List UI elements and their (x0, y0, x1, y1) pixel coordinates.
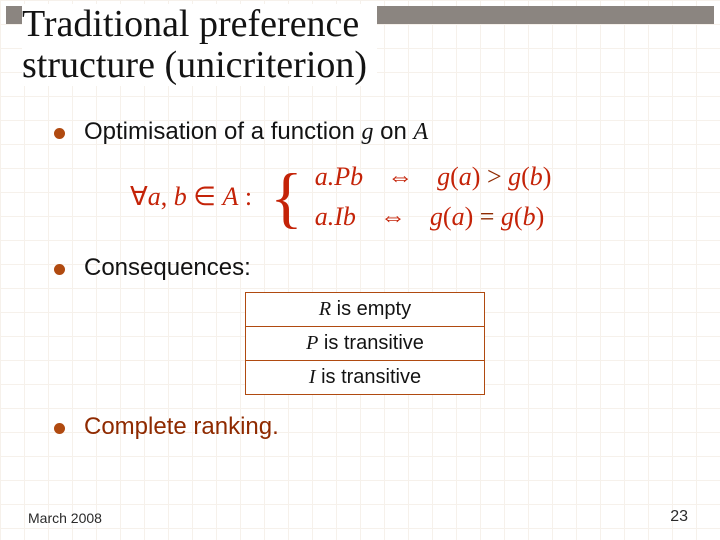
case-I-lhs: a.Ib (315, 202, 356, 232)
table-row: P is transitive (246, 327, 485, 361)
c1a: a (315, 162, 328, 191)
forall-symbol: ∀ (130, 182, 148, 211)
c2b: b (343, 202, 356, 231)
gt: > (480, 162, 508, 191)
math-comma: , (161, 182, 174, 211)
math-cases: a.Pb ⇔ g(a) > g(b) a.Ib ⇔ g(a) = g(b) (315, 162, 552, 232)
iff-2: ⇔ (380, 202, 406, 232)
math-quantifier: ∀a, b ∈ A : (130, 182, 252, 212)
case-P: a.Pb ⇔ g(a) > g(b) (315, 162, 552, 192)
row2-txt: is transitive (318, 332, 424, 354)
left-brace: { (270, 177, 303, 218)
row3-sym: I (309, 366, 316, 388)
c2op: .I (328, 202, 343, 231)
bullet-consequences: Consequences: (50, 254, 680, 282)
math-definition: ∀a, b ∈ A : { a.Pb ⇔ g(a) > g(b) a.Ib ⇔ … (130, 162, 680, 232)
case-I: a.Ib ⇔ g(a) = g(b) (315, 202, 552, 232)
rb2: b (523, 202, 536, 231)
g1: g (437, 162, 450, 191)
rp4: ) (536, 202, 545, 231)
rp3: ) (465, 202, 474, 231)
math-colon: : (238, 182, 252, 211)
row1-txt: is empty (331, 298, 411, 320)
eq: = (473, 202, 501, 231)
title-line-2: structure (unicriterion) (22, 45, 367, 86)
rp2: ) (543, 162, 552, 191)
bullet-optimisation: Optimisation of a function g on A (50, 118, 680, 146)
slide-title: Traditional preference structure (unicri… (22, 4, 377, 86)
math-in: ∈ (187, 182, 223, 211)
case-I-rhs: g(a) = g(b) (430, 202, 544, 232)
row3-txt: is transitive (316, 366, 422, 388)
case-P-rhs: g(a) > g(b) (437, 162, 551, 192)
g1b: g (430, 202, 443, 231)
c2a: a (315, 202, 328, 231)
slide-body: Optimisation of a function g on A ∀a, b … (50, 118, 680, 451)
bullet-complete-ranking: Complete ranking. (50, 413, 680, 441)
row1-sym: R (319, 298, 331, 320)
lp1: ( (450, 162, 459, 191)
c1b: b (350, 162, 363, 191)
math-set-A: A (222, 182, 238, 211)
consequences-table: R is empty P is transitive I is transiti… (245, 292, 485, 395)
lp3: ( (443, 202, 452, 231)
row2-sym: P (306, 332, 318, 354)
math-b: b (174, 182, 187, 211)
ra2: a (452, 202, 465, 231)
rb: b (530, 162, 543, 191)
math-a: a (148, 182, 161, 211)
ra: a (459, 162, 472, 191)
title-line-1: Traditional preference (22, 4, 367, 45)
g2: g (508, 162, 521, 191)
bullet1-A: A (414, 119, 429, 145)
bullet1-g: g (361, 119, 373, 145)
c1op: .P (328, 162, 350, 191)
iff-1: ⇔ (387, 162, 413, 192)
footer-date: March 2008 (28, 510, 102, 526)
lp4: ( (514, 202, 523, 231)
footer-page-number: 23 (670, 508, 688, 526)
g2b: g (501, 202, 514, 231)
bullet1-pre: Optimisation of a function (84, 118, 361, 145)
table-row: R is empty (246, 293, 485, 327)
bullet1-mid: on (373, 118, 413, 145)
table-row: I is transitive (246, 361, 485, 395)
lp2: ( (521, 162, 530, 191)
case-P-lhs: a.Pb (315, 162, 363, 192)
